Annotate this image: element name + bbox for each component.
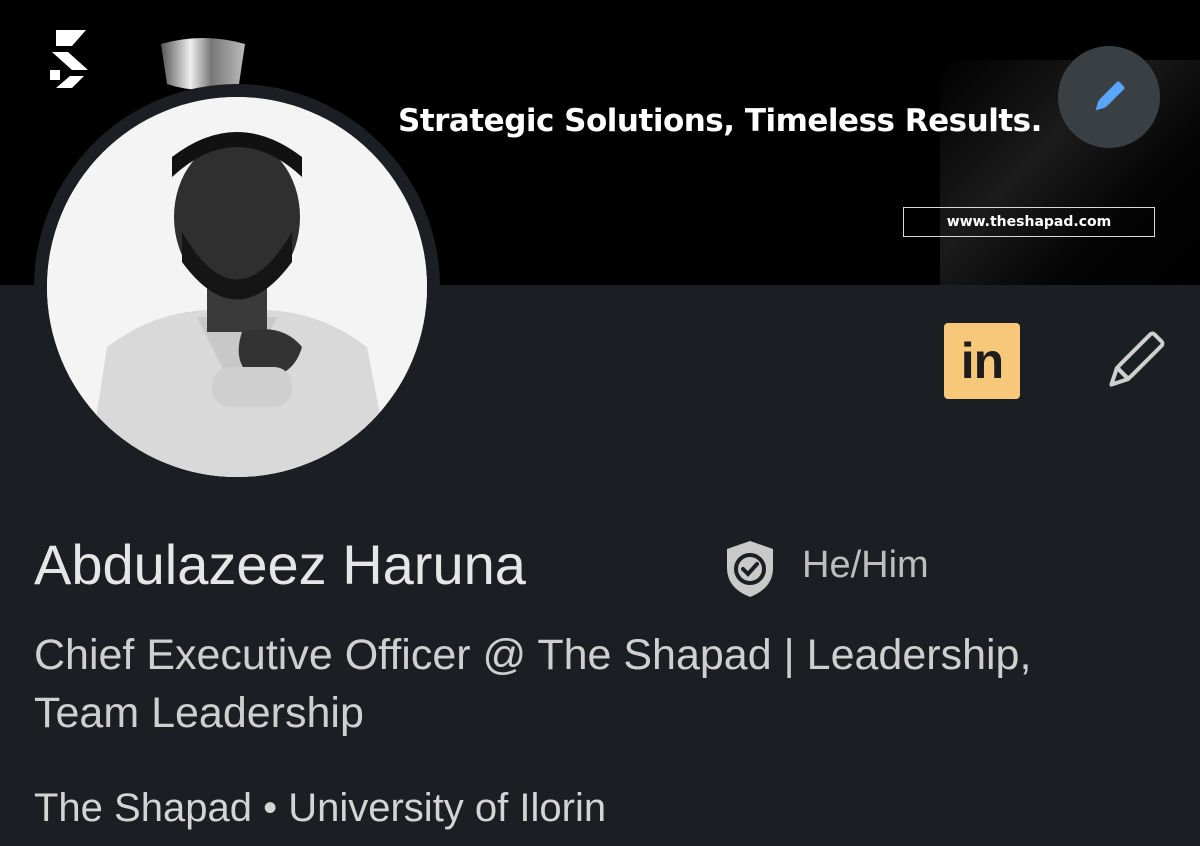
shapad-logo-icon xyxy=(50,30,88,88)
school-link[interactable]: University of Ilorin xyxy=(288,786,606,830)
avatar[interactable] xyxy=(47,97,427,477)
edit-intro-button[interactable] xyxy=(1098,326,1170,398)
linkedin-premium-badge[interactable]: in xyxy=(944,323,1020,399)
company-link[interactable]: The Shapad xyxy=(34,786,252,830)
shield-check-icon[interactable] xyxy=(722,538,778,600)
profile-name: Abdulazeez Haruna xyxy=(34,533,526,596)
edit-banner-button[interactable] xyxy=(1058,46,1160,148)
pencil-icon xyxy=(1109,331,1165,387)
banner-tagline: Strategic Solutions, Timeless Results. xyxy=(398,103,1042,139)
profile-affiliations: The Shapad • University of Ilorin xyxy=(34,786,606,831)
separator-dot: • xyxy=(263,786,278,830)
profile-headline: Chief Executive Officer @ The Shapad | L… xyxy=(34,631,1032,737)
pronouns: He/Him xyxy=(802,544,929,586)
banner-website: www.theshapad.com xyxy=(903,207,1155,237)
pencil-icon xyxy=(1095,81,1125,111)
avatar-photo xyxy=(47,97,427,477)
